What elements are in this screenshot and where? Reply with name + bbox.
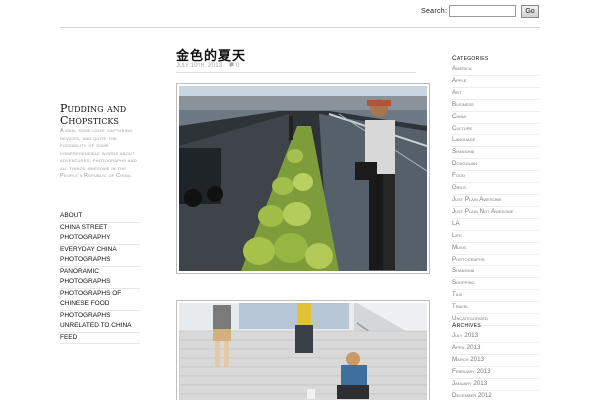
category-item[interactable]: Just Plain Awesome xyxy=(452,195,540,207)
comment-icon[interactable] xyxy=(229,62,236,69)
category-item[interactable]: Life xyxy=(452,231,540,243)
photo-image xyxy=(179,86,427,271)
category-link[interactable]: Apple xyxy=(452,76,540,87)
category-link[interactable]: Just Plain Awesome xyxy=(452,195,540,206)
category-link[interactable]: Language xyxy=(452,135,540,146)
category-item[interactable]: Photographs xyxy=(452,255,540,267)
category-link[interactable]: Life xyxy=(452,231,540,242)
nav-item-about[interactable]: ABOUT xyxy=(60,211,140,223)
archive-item[interactable]: January 2013 xyxy=(452,379,540,391)
nav-item-panoramic[interactable]: PANORAMIC PHOTOGRAPHS xyxy=(60,267,140,289)
category-link[interactable]: Food xyxy=(452,171,540,182)
archive-link[interactable]: December 2012 xyxy=(452,391,540,400)
archive-link[interactable]: March 2013 xyxy=(452,355,540,366)
category-link[interactable]: Shanghai xyxy=(452,266,540,277)
site-description: A man, some light capturing devices, and… xyxy=(60,128,137,179)
category-item[interactable]: Business xyxy=(452,100,540,112)
category-link[interactable]: Dongguan xyxy=(452,159,540,170)
archives-list: July 2013 April 2013 March 2013 February… xyxy=(452,331,540,400)
nav-item-food[interactable]: PHOTOGRAPHS OF CHINESE FOOD xyxy=(60,289,140,311)
category-item[interactable]: Food xyxy=(452,171,540,184)
category-item[interactable]: Music xyxy=(452,243,540,255)
categories-heading: Categories xyxy=(452,55,489,62)
category-item[interactable]: Just Plain Not Awesome xyxy=(452,207,540,219)
category-link[interactable]: Photographs xyxy=(452,255,540,266)
category-item[interactable]: Shopping xyxy=(452,278,540,291)
search-label: Search: xyxy=(421,8,448,15)
photo-image xyxy=(179,303,427,400)
search-input[interactable] xyxy=(449,5,516,17)
category-item[interactable]: Culture xyxy=(452,124,540,136)
meta-divider xyxy=(176,72,416,73)
archive-item[interactable]: July 2013 xyxy=(452,331,540,343)
nav-link[interactable]: ABOUT xyxy=(60,211,140,222)
archive-link[interactable]: July 2013 xyxy=(452,331,540,342)
nav-link[interactable]: PHOTOGRAPHS UNRELATED TO CHINA xyxy=(60,311,140,332)
category-link[interactable]: Culture xyxy=(452,124,540,135)
category-item[interactable]: Language xyxy=(452,135,540,148)
category-item[interactable]: Art xyxy=(452,88,540,100)
archives-heading: Archives xyxy=(452,322,481,329)
category-item[interactable]: America xyxy=(452,64,540,76)
archive-link[interactable]: February 2013 xyxy=(452,367,540,378)
category-item[interactable]: LA xyxy=(452,219,540,231)
nav-item-street-photography[interactable]: CHINA STREET PHOTOGRAPHY xyxy=(60,223,140,245)
category-item[interactable]: Dongguan xyxy=(452,159,540,172)
category-link[interactable]: Taxi xyxy=(452,290,540,301)
archive-item[interactable]: December 2012 xyxy=(452,391,540,400)
nav-link[interactable]: EVERYDAY CHINA PHOTOGRAPHS xyxy=(60,245,140,266)
nav-link[interactable]: FEED xyxy=(60,333,140,344)
nav-item-everyday-photographs[interactable]: EVERYDAY CHINA PHOTOGRAPHS xyxy=(60,245,140,267)
category-link[interactable]: Shopping xyxy=(452,278,540,289)
archive-item[interactable]: February 2013 xyxy=(452,367,540,379)
category-item[interactable]: China xyxy=(452,112,540,124)
category-link[interactable]: LA xyxy=(452,219,540,230)
nav-item-unrelated[interactable]: PHOTOGRAPHS UNRELATED TO CHINA xyxy=(60,311,140,333)
nav-link[interactable]: PANORAMIC PHOTOGRAPHS xyxy=(60,267,140,288)
nav-item-feed[interactable]: FEED xyxy=(60,333,140,344)
post-date: July 19th, 2013 xyxy=(176,62,223,69)
nav-link[interactable]: CHINA STREET PHOTOGRAPHY xyxy=(60,223,140,244)
archive-link[interactable]: April 2013 xyxy=(452,343,540,354)
site-title[interactable]: Pudding and Chopsticks xyxy=(60,103,150,127)
category-item[interactable]: Taxi xyxy=(452,290,540,303)
category-link[interactable]: Business xyxy=(452,100,540,111)
top-bar: Search: Go xyxy=(0,0,600,28)
post-meta: July 19th, 2013 0 xyxy=(176,62,239,69)
main-nav: ABOUT CHINA STREET PHOTOGRAPHY EVERYDAY … xyxy=(60,211,140,344)
search-button[interactable]: Go xyxy=(521,5,539,18)
category-link[interactable]: Shanghai xyxy=(452,147,540,158)
post-photo-vendor-bridge[interactable] xyxy=(176,83,430,274)
category-link[interactable]: Travel xyxy=(452,302,540,313)
category-link[interactable]: Music xyxy=(452,243,540,254)
comment-count[interactable]: 0 xyxy=(236,62,240,69)
category-item[interactable]: Apple xyxy=(452,76,540,88)
category-item[interactable]: Travel xyxy=(452,302,540,315)
archive-link[interactable]: January 2013 xyxy=(452,379,540,390)
post-photo-stairs[interactable] xyxy=(176,300,430,400)
category-item[interactable]: Girls xyxy=(452,183,540,195)
category-link[interactable]: Just Plain Not Awesome xyxy=(452,207,540,218)
category-link[interactable]: China xyxy=(452,112,540,123)
archive-item[interactable]: March 2013 xyxy=(452,355,540,367)
categories-list: America Apple Art Business China Culture… xyxy=(452,64,540,326)
archive-item[interactable]: April 2013 xyxy=(452,343,540,355)
category-item[interactable]: Shanghai xyxy=(452,147,540,160)
category-link[interactable]: America xyxy=(452,64,540,75)
category-link[interactable]: Art xyxy=(452,88,540,99)
nav-link[interactable]: PHOTOGRAPHS OF CHINESE FOOD xyxy=(60,289,140,310)
top-divider xyxy=(60,27,540,28)
category-link[interactable]: Girls xyxy=(452,183,540,194)
category-item[interactable]: Shanghai xyxy=(452,266,540,279)
